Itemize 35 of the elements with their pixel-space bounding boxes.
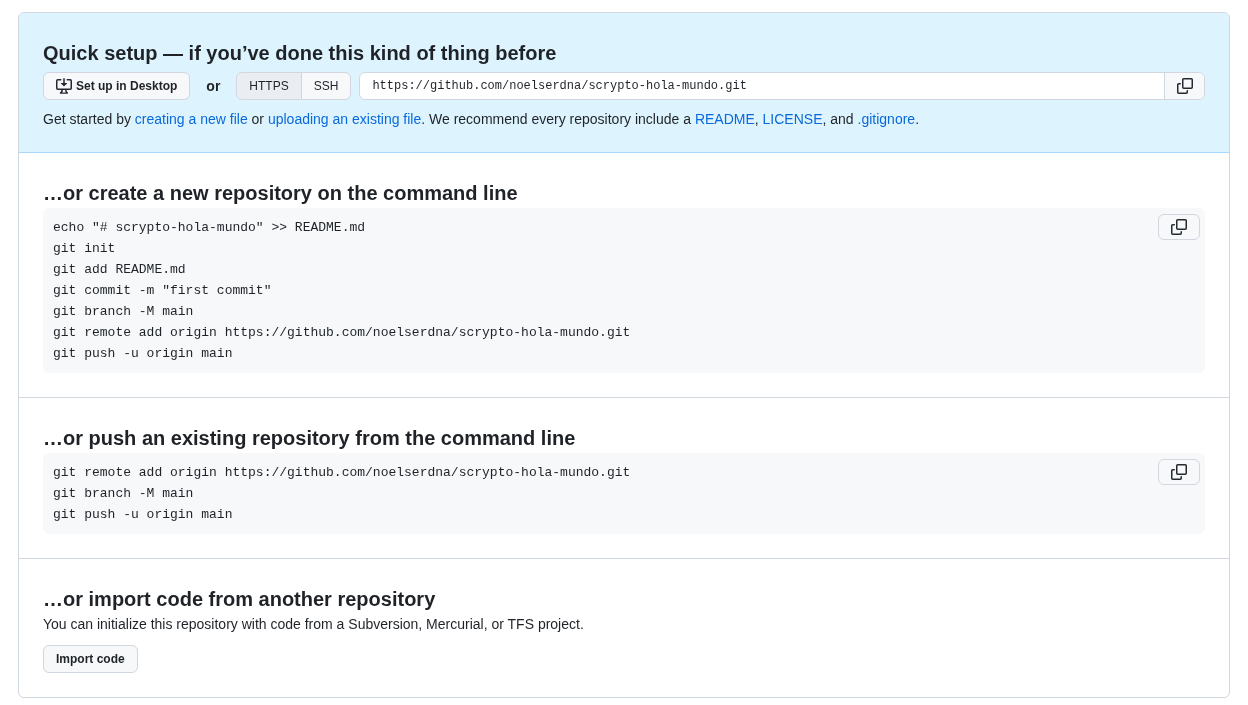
section-title: …or import code from another repository (43, 587, 437, 611)
copy-icon (1171, 219, 1187, 235)
code-line: git commit -m "first commit" (53, 283, 272, 298)
code-line: git init (53, 241, 116, 256)
copy-button[interactable] (1164, 73, 1204, 99)
import-code-button[interactable]: Import code (43, 645, 138, 673)
section-title: …or push an existing repository from the command line (43, 426, 577, 450)
setup-desktop-button[interactable]: Set up in Desktop (43, 72, 191, 100)
help-link[interactable]: LICENSE (762, 111, 823, 127)
import-description: You can initialize this repository with code from a Subversion, Mercurial, or TFS project. (43, 615, 585, 634)
copy-icon (1176, 78, 1193, 94)
code-line: git branch -M main (53, 486, 194, 501)
help-link[interactable]: creating a new file (134, 111, 248, 127)
code-line: git remote add origin https://github.com/noelserdna/scrypto-hola-mundo.git (53, 465, 631, 480)
copy-button[interactable] (1158, 214, 1200, 240)
code-line: git add README.md (53, 262, 186, 277)
clone-url-field[interactable]: https://github.com/noelserdna/scrypto-hola-mundo.git (359, 72, 1205, 100)
help-text: Get started by creating a new file or uploading an existing file. We recommend every repository include a README, LICENSE, and .gitignore. (43, 110, 920, 129)
help-link[interactable]: uploading an existing file (267, 111, 422, 127)
code-line: git push -u origin main (53, 507, 233, 522)
section-title: Quick setup — if you’ve done this kind of thing before (43, 41, 558, 65)
protocol-tab[interactable]: HTTPS (236, 72, 302, 100)
clone-url: https://github.com/noelserdna/scrypto-hola-mundo.git (371, 78, 748, 95)
help-link[interactable]: .gitignore (857, 111, 916, 127)
code-line: git push -u origin main (53, 346, 233, 361)
code-line: echo "# scrypto-hola-mundo" >> README.md (53, 220, 366, 235)
code-line: git remote add origin https://github.com/noelserdna/scrypto-hola-mundo.git (53, 325, 631, 340)
code-line: git branch -M main (53, 304, 194, 319)
copy-icon (1171, 464, 1187, 480)
protocol-tab[interactable]: SSH (300, 72, 352, 100)
section-title: …or create a new repository on the command line (43, 181, 519, 205)
help-link[interactable]: README (694, 111, 755, 127)
desktop-download-icon (56, 78, 72, 94)
or-label: or (206, 76, 221, 96)
copy-button[interactable] (1158, 459, 1200, 485)
